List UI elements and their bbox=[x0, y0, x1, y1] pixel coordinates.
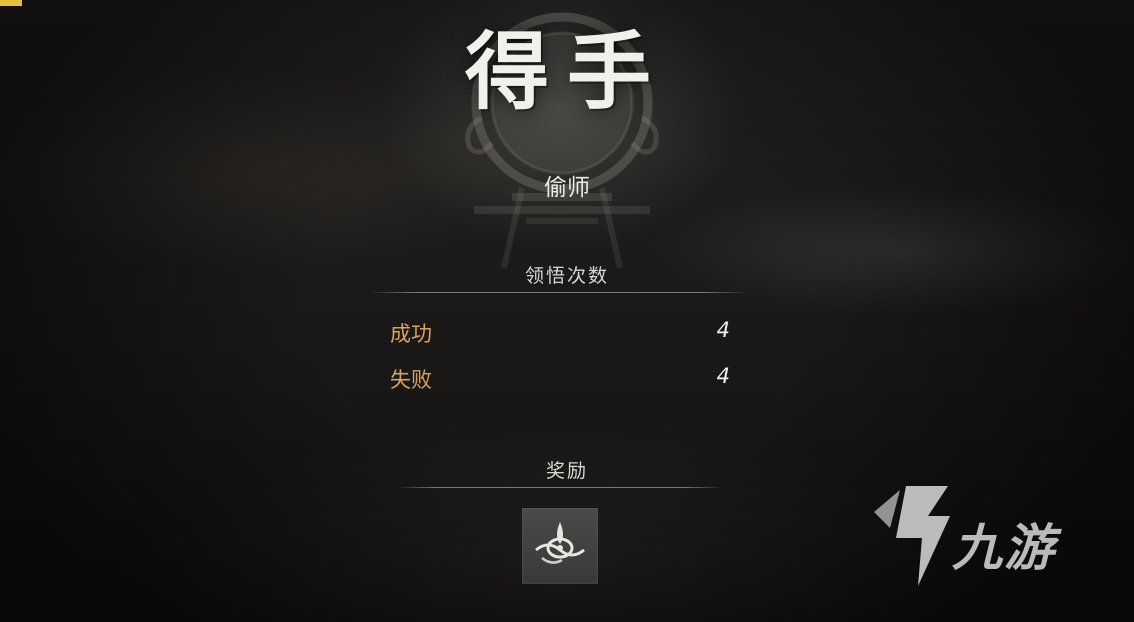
skill-name: 偷师 bbox=[544, 175, 590, 201]
success-count: 4 bbox=[716, 318, 730, 342]
insight-divider bbox=[368, 292, 750, 293]
reward-item-slot[interactable] bbox=[522, 508, 598, 584]
stat-row-failure: 失败 4 bbox=[390, 364, 730, 394]
watermark-text: 九游 bbox=[952, 519, 1056, 577]
corner-accent-mark bbox=[0, 0, 22, 6]
success-label: 成功 bbox=[390, 322, 432, 346]
failure-label: 失败 bbox=[390, 368, 432, 392]
stat-row-success: 成功 4 bbox=[390, 318, 730, 348]
reward-heading: 奖励 bbox=[545, 460, 588, 482]
swirl-emblem-icon bbox=[535, 522, 585, 564]
result-title: 得手 bbox=[464, 22, 669, 121]
reward-divider bbox=[396, 487, 724, 488]
failure-count: 4 bbox=[716, 364, 730, 388]
insight-count-heading: 领悟次数 bbox=[524, 265, 609, 287]
